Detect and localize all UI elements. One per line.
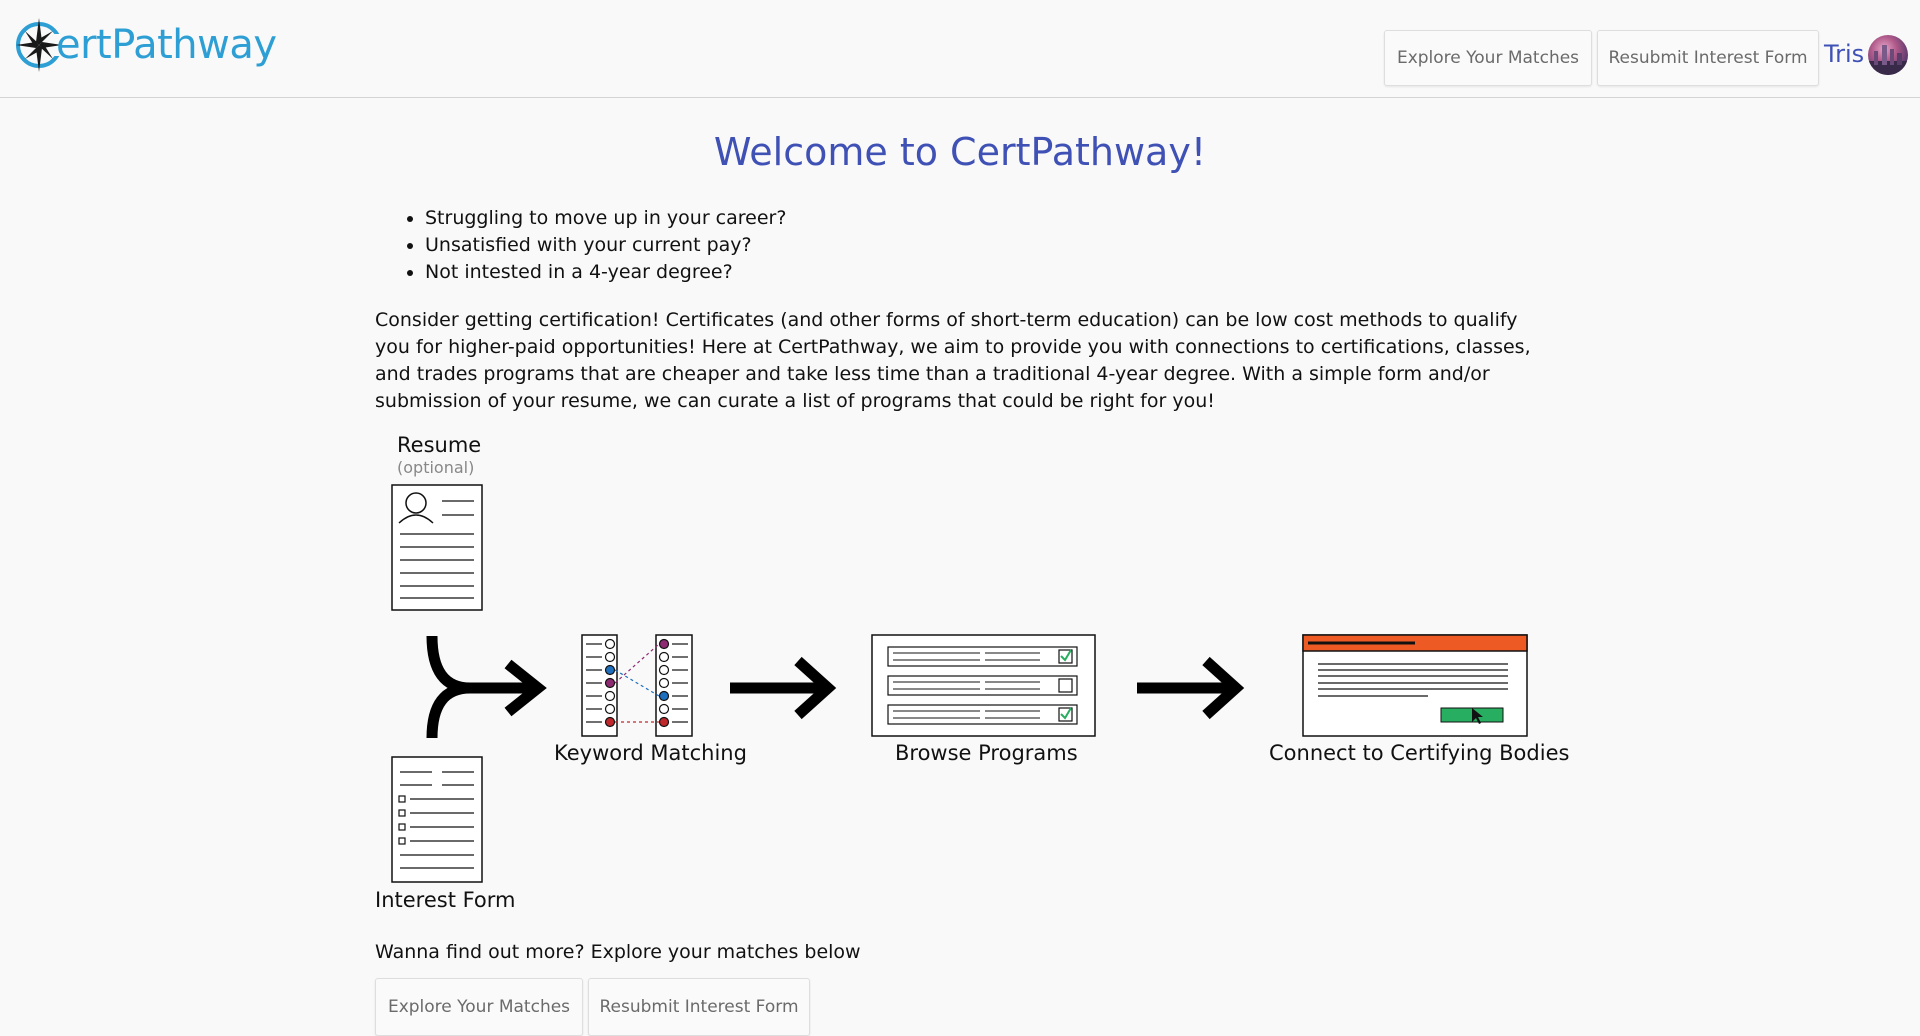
list-item: Not intested in a 4-year degree? (425, 259, 786, 286)
right-arrow-icon (730, 656, 837, 720)
resubmit-interest-form-button[interactable]: Resubmit Interest Form (588, 978, 810, 1036)
resume-label: Resume (397, 433, 482, 457)
page-title: Welcome to CertPathway! (713, 130, 1207, 174)
resume-document-icon (391, 484, 483, 611)
top-nav-bar: ertPathway Explore Your Matches Resubmit… (0, 0, 1920, 98)
keyword-matching-icon (581, 634, 693, 737)
connect-certifying-bodies-label: Connect to Certifying Bodies (1269, 741, 1570, 765)
list-item: Struggling to move up in your career? (425, 205, 786, 232)
brand-logo[interactable]: ertPathway (14, 14, 277, 76)
interest-form-document-icon (391, 756, 483, 883)
browse-programs-icon (871, 634, 1096, 737)
pain-points-list: Struggling to move up in your career? Un… (405, 205, 786, 286)
right-arrow-icon (1137, 656, 1245, 720)
explore-matches-nav-button[interactable]: Explore Your Matches (1384, 30, 1592, 86)
merge-arrow-icon (426, 635, 547, 739)
user-name[interactable]: Tris (1824, 40, 1864, 68)
explore-matches-button[interactable]: Explore Your Matches (375, 978, 583, 1036)
keyword-matching-label: Keyword Matching (554, 741, 747, 765)
brand-name: ertPathway (56, 22, 277, 68)
browse-programs-label: Browse Programs (895, 741, 1078, 765)
list-item: Unsatisfied with your current pay? (425, 232, 786, 259)
certifying-body-website-icon (1302, 634, 1528, 737)
intro-paragraph: Consider getting certification! Certific… (375, 309, 1531, 412)
resume-optional-label: (optional) (397, 458, 475, 477)
resubmit-interest-form-nav-button[interactable]: Resubmit Interest Form (1597, 30, 1819, 86)
user-avatar[interactable] (1868, 35, 1908, 75)
cta-text: Wanna find out more? Explore your matche… (375, 941, 861, 963)
interest-form-label: Interest Form (375, 888, 516, 912)
avatar-image (1868, 45, 1908, 75)
